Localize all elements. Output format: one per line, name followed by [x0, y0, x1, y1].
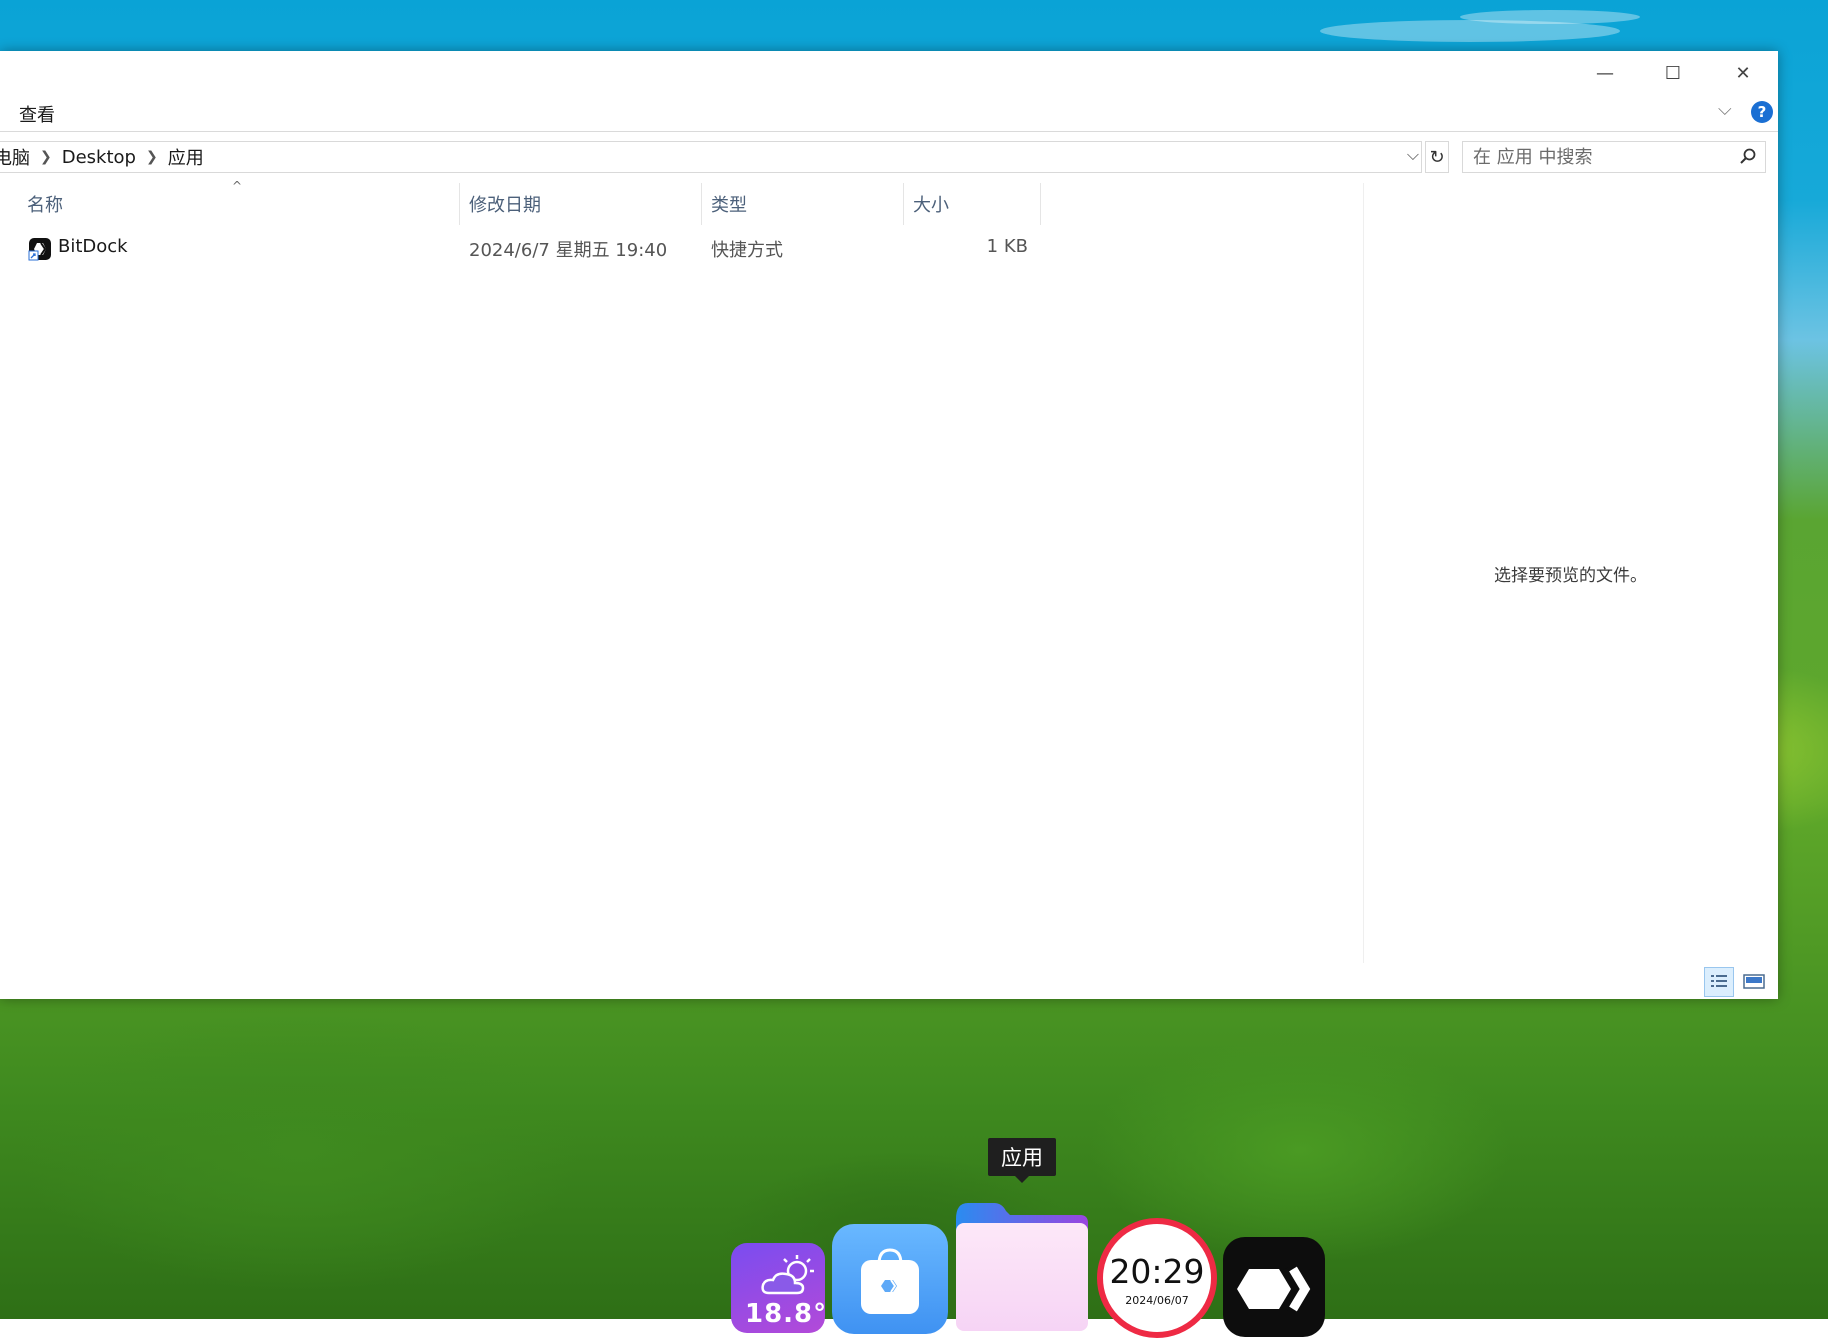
breadcrumb-apps[interactable]: 应用	[168, 144, 204, 170]
cloud	[1460, 10, 1640, 24]
weather-temperature: 18.8°	[745, 1299, 825, 1329]
ribbon-divider	[0, 131, 1778, 132]
close-button[interactable]: ✕	[1708, 51, 1778, 95]
clock-time: 20:29	[1109, 1252, 1205, 1291]
dock-weather-widget[interactable]: 18.8°	[731, 1243, 825, 1333]
large-icons-view-button[interactable]	[1740, 967, 1770, 997]
details-view-button[interactable]	[1704, 967, 1734, 997]
dock-app-store[interactable]	[832, 1224, 948, 1334]
refresh-button[interactable]: ↻	[1425, 141, 1449, 173]
chevron-down-icon[interactable]: ⌵	[1718, 99, 1732, 120]
search-box[interactable]	[1462, 141, 1766, 173]
maximize-button[interactable]: ☐	[1638, 51, 1708, 95]
minimize-icon: —	[1596, 62, 1614, 84]
dock-bitdock-app[interactable]	[1223, 1237, 1325, 1337]
file-row[interactable]: BitDock 2024/6/7 星期五 19:40 快捷方式 1 KB	[18, 229, 1040, 265]
bitdock-logo-icon	[1237, 1266, 1311, 1312]
bitdock-shortcut-icon	[28, 238, 51, 261]
column-header-size[interactable]: 大小	[903, 183, 1040, 225]
breadcrumb-this-pc[interactable]: 电脑	[0, 144, 30, 170]
folder-icon	[956, 1203, 1088, 1331]
refresh-icon: ↻	[1429, 146, 1445, 168]
clock-date: 2024/06/07	[1125, 1294, 1189, 1307]
details-view-icon	[1711, 975, 1727, 987]
chevron-right-icon[interactable]: ❯	[40, 149, 52, 165]
column-divider[interactable]	[1040, 183, 1041, 225]
large-icons-view-icon	[1743, 974, 1765, 989]
dock-folder-apps[interactable]	[954, 1201, 1091, 1331]
file-size: 1 KB	[986, 236, 1028, 257]
chevron-right-icon[interactable]: ❯	[146, 149, 158, 165]
preview-placeholder: 选择要预览的文件。	[1494, 566, 1647, 586]
minimize-button[interactable]: —	[1570, 51, 1640, 95]
sun-cloud-icon	[761, 1255, 814, 1295]
maximize-icon: ☐	[1664, 62, 1682, 84]
address-bar[interactable]: 电脑 ❯ Desktop ❯ 应用 ⌵	[0, 141, 1422, 173]
dock-tooltip: 应用	[988, 1138, 1056, 1183]
chevron-down-icon[interactable]: ⌵	[1407, 145, 1419, 165]
breadcrumb-desktop[interactable]: Desktop	[62, 147, 136, 168]
file-type: 快捷方式	[711, 240, 783, 261]
column-header-name[interactable]: 名称	[17, 183, 459, 225]
search-input[interactable]	[1471, 145, 1725, 169]
ribbon-tab-view[interactable]: 查看	[19, 101, 55, 127]
help-icon[interactable]: ?	[1751, 101, 1773, 123]
file-modified: 2024/6/7 星期五 19:40	[469, 240, 668, 261]
file-explorer-window: — ☐ ✕ 查看 ⌵ ? 电脑 ❯ Desktop ❯ 应用 ⌵ ↻ ^ 名称 …	[0, 51, 1778, 999]
search-icon[interactable]	[1739, 147, 1757, 165]
column-header-modified[interactable]: 修改日期	[459, 183, 701, 225]
file-name[interactable]: BitDock	[58, 236, 128, 257]
dock-clock-widget[interactable]: 20:29 2024/06/07	[1097, 1218, 1217, 1338]
column-header-type[interactable]: 类型	[701, 183, 903, 225]
shopping-bag-icon	[861, 1248, 919, 1314]
close-icon: ✕	[1735, 62, 1751, 84]
